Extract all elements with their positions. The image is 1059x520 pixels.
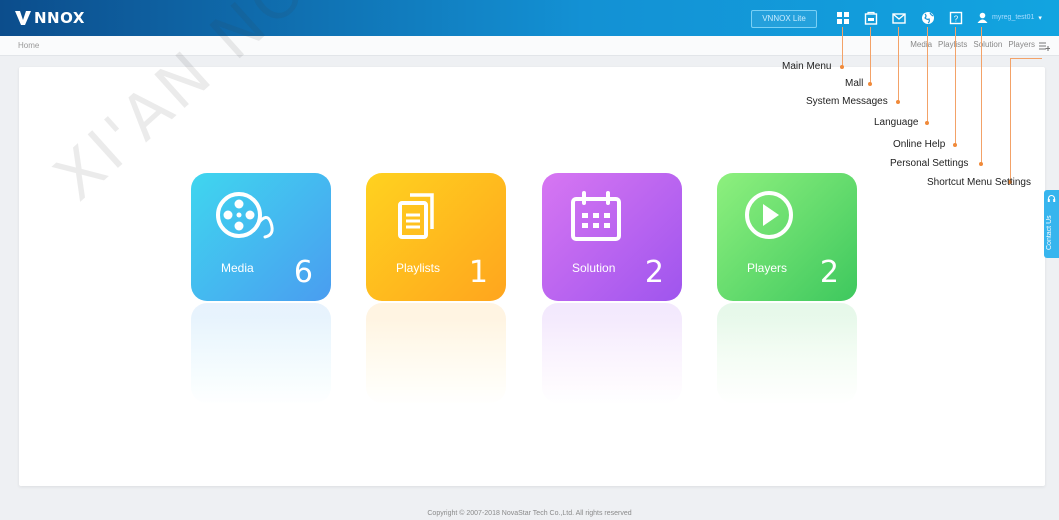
shortcut-menu: Media Playlists Solution Players xyxy=(910,40,1035,49)
main-panel: Media 6 Playlists 1 Solution 2 Players 2 xyxy=(19,67,1045,486)
user-icon xyxy=(977,12,988,23)
tile-players[interactable]: Players 2 xyxy=(717,173,857,301)
callout-shortcut-menu-settings: Shortcut Menu Settings xyxy=(927,177,1031,188)
user-menu[interactable]: myreg_test01 ▾ xyxy=(977,12,1042,23)
vnnox-lite-button[interactable]: VNNOX Lite xyxy=(751,10,817,28)
mall-icon[interactable] xyxy=(864,11,878,25)
calendar-icon xyxy=(571,191,621,241)
shortcut-settings-icon[interactable] xyxy=(1038,40,1050,52)
logo[interactable]: NNOX xyxy=(14,9,85,27)
callout-main-menu: Main Menu xyxy=(782,61,832,72)
contact-us-label[interactable]: Contact Us xyxy=(1046,215,1053,250)
tile-label: Solution xyxy=(572,261,616,275)
tile-label: Media xyxy=(221,261,254,275)
tile-count: 1 xyxy=(468,255,488,290)
tile-solution[interactable]: Solution 2 xyxy=(542,173,682,301)
callout-online-help: Online Help xyxy=(893,139,946,150)
tile-label: Players xyxy=(747,261,788,275)
breadcrumb-bar: Home Media Playlists Solution Players xyxy=(0,36,1059,56)
tile-count: 2 xyxy=(819,255,839,290)
globe-icon[interactable] xyxy=(921,11,935,25)
callout-personal-settings: Personal Settings xyxy=(890,158,969,169)
caret-down-icon: ▾ xyxy=(1038,14,1042,22)
user-name: myreg_test01 xyxy=(992,14,1035,21)
logo-text: NNOX xyxy=(34,9,85,27)
help-icon[interactable]: ? xyxy=(949,11,963,25)
quick-link-players[interactable]: Players xyxy=(1008,40,1035,49)
tile-label: Playlists xyxy=(396,261,441,275)
tile-playlists[interactable]: Playlists 1 xyxy=(366,173,506,301)
breadcrumb: Home xyxy=(18,41,40,50)
main-menu-icon[interactable] xyxy=(836,11,850,25)
quick-link-solution[interactable]: Solution xyxy=(973,40,1002,49)
quick-link-media[interactable]: Media xyxy=(910,40,932,49)
tile-count: 2 xyxy=(644,255,664,290)
top-bar: NNOX VNNOX Lite ? myreg_test01 ▾ xyxy=(0,0,1059,36)
callout-language: Language xyxy=(874,117,919,128)
tile-count: 6 xyxy=(293,255,313,290)
mail-icon[interactable] xyxy=(892,11,906,25)
quick-link-playlists[interactable]: Playlists xyxy=(938,40,967,49)
headset-icon xyxy=(1047,195,1056,202)
film-reel-icon xyxy=(216,192,274,239)
reflection-fade xyxy=(19,317,1045,437)
tile-media[interactable]: Media 6 xyxy=(191,173,331,301)
documents-icon xyxy=(398,193,434,239)
callout-mall: Mall xyxy=(845,78,864,89)
play-icon xyxy=(745,191,793,239)
copyright-footer: Copyright © 2007-2018 NovaStar Tech Co.,… xyxy=(427,510,632,517)
callout-system-messages: System Messages xyxy=(806,96,888,107)
logo-icon xyxy=(15,11,31,25)
svg-text:?: ? xyxy=(954,15,959,24)
